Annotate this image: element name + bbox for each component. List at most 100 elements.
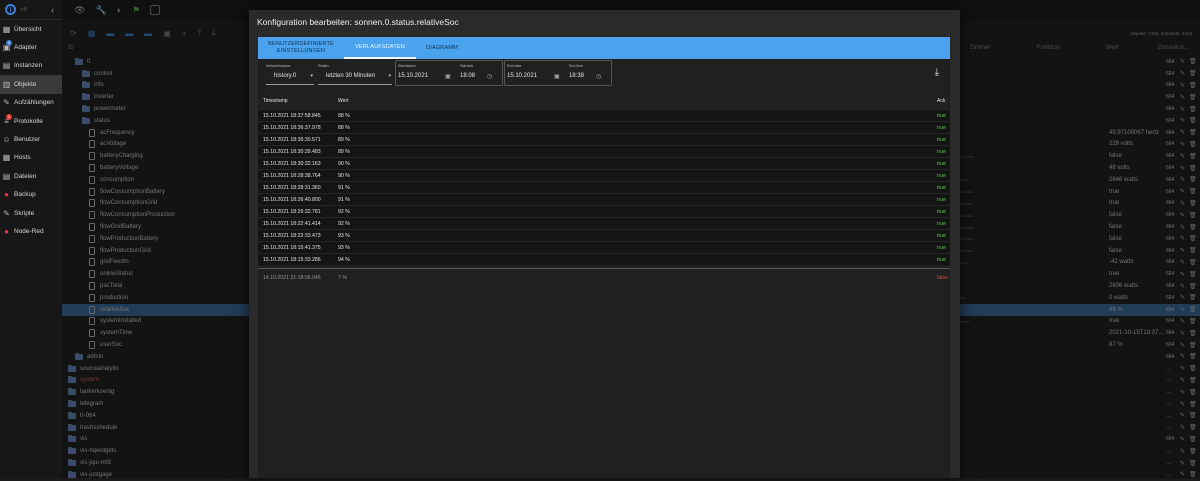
dialog-title: Konfiguration bearbeiten: sonnen.0.statu… [257, 17, 459, 27]
history-row-previous: 14.10.2021 21:18:06.046 7 % false [258, 272, 950, 284]
sidebar-item--bersicht[interactable]: ▦ Übersicht [0, 20, 62, 38]
sidebar-item-backup[interactable]: ● Backup [0, 186, 62, 204]
history-cell-val: 93 % [338, 245, 350, 251]
history-cell-ts: 15.10.2021 18:22:33.473 [263, 233, 321, 239]
history-cell-ack: true [937, 209, 946, 215]
dropdown-arrow-icon: ▾ [310, 73, 313, 79]
history-row: 15.10.2021 18:28:31.360 91 % true [258, 181, 950, 193]
history-cell-ack: true [937, 125, 946, 131]
sidebar-item-label: Hosts [14, 154, 31, 162]
start-time-field[interactable]: Startzeit 18:08 ◷ [460, 61, 498, 85]
sidebar-item-skripte[interactable]: ✎ Skripte [0, 204, 62, 222]
grid-icon: ▦ [2, 24, 11, 34]
sidebar-item-objekte[interactable]: ▥ Objekte [0, 75, 62, 94]
history-cell-val: 7 % [338, 275, 347, 281]
instances-icon: ▤ [2, 61, 11, 71]
tab-history-data[interactable]: VERLAUFSDATEN [344, 37, 416, 59]
history-row: 15.10.2021 18:22:41.414 92 % true [258, 217, 950, 229]
start-date-value: 15.10.2021 [398, 73, 429, 79]
start-date-field[interactable]: Startdatum 15.10.2021 ▣ [398, 61, 454, 85]
sidebar-item-instanzen[interactable]: ▤ Instanzen [0, 57, 62, 75]
history-cell-ack: true [937, 113, 946, 119]
history-cell-ack: true [937, 197, 946, 203]
user-icon: ☺ [2, 135, 11, 145]
sidebar-item-label: Übersicht [14, 25, 42, 33]
collapse-icon[interactable]: ‹ [51, 5, 54, 15]
history-row: 15.10.2021 18:28:38.764 90 % true [258, 169, 950, 181]
history-cell-val: 93 % [338, 233, 350, 239]
sidebar-header: ioB ‹ [0, 0, 62, 20]
instance-select[interactable]: Verlaufsinstanz history.0 ▾ [266, 61, 314, 85]
end-time-label: End time [569, 64, 584, 68]
clock-icon[interactable]: ◷ [596, 73, 601, 80]
history-cell-ts: 15.10.2021 18:22:41.414 [263, 221, 321, 227]
history-row: 15.10.2021 18:37:58.845 88 % true [258, 109, 950, 121]
header-timestamp: Timestamp [263, 98, 288, 104]
config-dialog: Konfiguration bearbeiten: sonnen.0.statu… [249, 10, 960, 478]
dropdown-arrow-icon: ▾ [388, 73, 391, 79]
sidebar-item-label: Benutzer [14, 136, 41, 144]
header-ack: Ack [937, 98, 946, 104]
calendar-icon[interactable]: ▣ [445, 73, 451, 80]
sidebar-item-label: Protokolle [14, 117, 43, 125]
history-row: 15.10.2021 18:36:30.571 89 % true [258, 133, 950, 145]
history-row: 15.10.2021 18:15:41.375 93 % true [258, 241, 950, 253]
history-cell-ts: 15.10.2021 18:28:38.764 [263, 173, 321, 179]
files-icon: ▤ [2, 171, 11, 181]
sidebar-badge: 5 [6, 40, 12, 47]
history-cell-ts: 15.10.2021 18:26:40.800 [263, 197, 321, 203]
sidebar-item-label: Objekte [14, 80, 37, 88]
history-cell-ts: 15.10.2021 18:28:31.360 [263, 185, 321, 191]
tab-custom-settings[interactable]: BENUTZERDEFINIERTE EINSTELLUNGEN [258, 37, 344, 59]
sidebar-item-dateien[interactable]: ▤ Dateien [0, 167, 62, 185]
download-icon[interactable]: ⤓ [935, 67, 939, 78]
history-cell-ack: false [937, 275, 948, 281]
end-time-field[interactable]: End time 18:38 ◷ [569, 61, 607, 85]
start-time-value: 18:08 [460, 73, 476, 79]
relative-value: letzten 30 Minuten [326, 73, 376, 79]
table-divider [258, 268, 950, 269]
sidebar-item-adapter[interactable]: ▣ 5 Adapter [0, 38, 62, 56]
iobroker-logo [5, 4, 16, 15]
history-row: 15.10.2021 18:30:39.483 89 % true [258, 145, 950, 157]
sidebar-item-benutzer[interactable]: ☺ Benutzer [0, 130, 62, 148]
sidebar-badge: 1 [6, 113, 12, 120]
sidebar-item-label: Adapter [14, 44, 37, 52]
sidebar-item-label: Skripte [14, 209, 35, 217]
history-cell-ack: true [937, 257, 946, 263]
end-date-value: 15.10.2021 [507, 73, 538, 79]
history-cell-val: 92 % [338, 209, 350, 215]
history-cell-ts: 15.10.2021 18:36:37.978 [263, 125, 321, 131]
sidebar-item-node-red[interactable]: ● Node-Red [0, 222, 62, 240]
nodered-icon: ● [4, 226, 9, 236]
history-cell-ack: true [937, 221, 946, 227]
history-cell-val: 91 % [338, 185, 350, 191]
history-cell-ts: 15.10.2021 18:30:39.483 [263, 149, 321, 155]
history-panel: Verlaufsinstanz history.0 ▾ Relativ letz… [258, 59, 950, 478]
history-cell-ack: true [937, 137, 946, 143]
tab-chart[interactable]: DIAGRAMM [416, 37, 468, 59]
dialog-tabs: BENUTZERDEFINIERTE EINSTELLUNGEN VERLAUF… [258, 37, 950, 59]
sidebar-item-label: Dateien [14, 172, 37, 180]
end-date-field[interactable]: End date 15.10.2021 ▣ [507, 61, 563, 85]
history-cell-val: 90 % [338, 173, 350, 179]
history-cell-val: 88 % [338, 113, 350, 119]
relative-underline [318, 84, 392, 85]
sidebar-item-hosts[interactable]: ▦ Hosts [0, 149, 62, 167]
sidebar-item-aufz-hlungen[interactable]: ✎ Aufzählungen [0, 94, 62, 112]
history-cell-val: 89 % [338, 149, 350, 155]
sidebar: ioB ‹ ▦ Übersicht ▣ 5 Adapter ▤ Instanzen ▥ Obje… [0, 0, 62, 478]
history-cell-ack: true [937, 245, 946, 251]
history-cell-ts: 15.10.2021 18:15:33.286 [263, 257, 321, 263]
history-cell-val: 88 % [338, 125, 350, 131]
history-cell-val: 89 % [338, 137, 350, 143]
relative-select[interactable]: Relativ letzten 30 Minuten ▾ [318, 61, 392, 85]
history-row: 15.10.2021 18:26:32.781 92 % true [258, 205, 950, 217]
start-time-label: Startzeit [460, 64, 474, 68]
end-date-label: End date [507, 64, 522, 68]
sidebar-item-label: Instanzen [14, 62, 43, 70]
history-cell-ack: true [937, 149, 946, 155]
sidebar-item-protokolle[interactable]: ≡ 1 Protokolle [0, 112, 62, 130]
calendar-icon[interactable]: ▣ [554, 73, 560, 80]
clock-icon[interactable]: ◷ [487, 73, 492, 80]
